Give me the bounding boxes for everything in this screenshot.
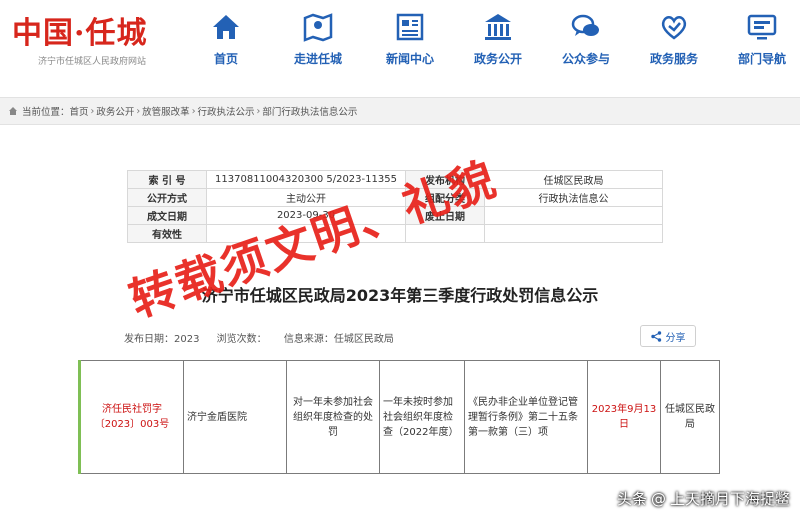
nav-item-services[interactable]: 政务服务 (630, 10, 718, 67)
enforcement-authority: 任城区民政局 (660, 360, 720, 474)
chat-icon (571, 14, 599, 36)
home-icon (213, 15, 239, 39)
publish-time: 发布日期：2023 (124, 334, 200, 345)
abolish-label: 废止日期 (405, 206, 485, 225)
method-value: 主动公开 (206, 188, 406, 207)
breadcrumb-separator: › (256, 105, 261, 117)
index-label: 索 引 号 (127, 170, 207, 189)
breadcrumb-item[interactable]: 放管服改革 (142, 104, 190, 118)
main-nav: 首页 走进任城 新闻中心 政务公开 公众参与 政务服务 部门导航 (182, 10, 800, 67)
nav-label: 走进任城 (293, 52, 342, 66)
breadcrumb-separator: › (136, 105, 141, 117)
validity-label: 有效性 (127, 224, 207, 243)
nav-item-about[interactable]: 走进任城 (270, 10, 366, 67)
publisher-value: 任城区民政局 (484, 170, 663, 189)
breadcrumb: 当前位置： 首页 › 政务公开 › 放管服改革 › 行政执法公示 › 部门行政执法信息公… (8, 104, 357, 118)
violation-facts: 一年未按时参加社会组织年度检查（2022年度） (379, 360, 465, 474)
logo-text: 中国·任城 (12, 16, 148, 51)
attribution-footer: 头条 @ 上天摘月下海捉鳖 (617, 488, 790, 509)
document-meta: 发布日期：2023 浏览次数： 信息来源：任城区民政局 (124, 330, 408, 345)
decision-date: 2023年9月13日 (587, 360, 661, 474)
party-name: 济宁金盾医院 (183, 360, 287, 474)
info-source: 信息来源：任城区民政局 (283, 334, 394, 345)
nav-label: 政务服务 (649, 52, 698, 66)
breadcrumb-item[interactable]: 政务公开 (96, 104, 134, 118)
validity-value (206, 224, 406, 243)
index-value: 11370811004320300 5/2023-11355 (206, 170, 406, 189)
breadcrumb-bar: 当前位置： 首页 › 政务公开 › 放管服改革 › 行政执法公示 › 部门行政执法信息公… (0, 97, 800, 125)
category-value: 行政执法信息公 (484, 188, 663, 207)
category-label: 组配分类 (405, 188, 485, 207)
breadcrumb-prefix: 当前位置： (22, 107, 70, 118)
empty-cell (484, 224, 663, 243)
nav-item-participation[interactable]: 公众参与 (542, 10, 630, 67)
nav-label: 公众参与 (561, 52, 610, 66)
penalty-table: 济任民社罚字〔2023〕003号 济宁金盾医院 对一年未参加社会组织年度检查的处… (78, 360, 720, 474)
nav-item-home[interactable]: 首页 (182, 10, 270, 67)
table-row: 成文日期 2023-09-30 废止日期 (127, 206, 663, 225)
publisher-label: 发布机构 (405, 170, 485, 189)
monitor-icon (747, 14, 777, 40)
at-sign: @ (650, 489, 666, 508)
nav-label: 首页 (213, 52, 238, 66)
table-row: 索 引 号 11370811004320300 5/2023-11355 发布机… (127, 170, 663, 189)
nav-item-news[interactable]: 新闻中心 (366, 10, 454, 67)
table-row: 公开方式 主动公开 组配分类 行政执法信息公 (127, 188, 663, 207)
date-value: 2023-09-30 (206, 206, 406, 225)
breadcrumb-item[interactable]: 首页 (70, 104, 89, 118)
site-header: 中国·任城 济宁市任城区人民政府网站 首页 走进任城 新闻中心 政务公开 公众参… (0, 0, 800, 88)
building-icon (485, 14, 511, 40)
decision-number: 济任民社罚字〔2023〕003号 (78, 360, 184, 474)
nav-item-open-gov[interactable]: 政务公开 (454, 10, 542, 67)
empty-cell (405, 224, 485, 243)
nav-label: 新闻中心 (385, 52, 434, 66)
site-logo[interactable]: 中国·任城 济宁市任城区人民政府网站 (12, 16, 148, 68)
home-icon (9, 107, 17, 115)
abolish-value (484, 206, 663, 225)
method-label: 公开方式 (127, 188, 207, 207)
nav-label: 部门导航 (737, 52, 786, 66)
newspaper-icon (396, 13, 424, 41)
breadcrumb-separator: › (191, 105, 196, 117)
date-label: 成文日期 (127, 206, 207, 225)
breadcrumb-item[interactable]: 行政执法公示 (198, 104, 255, 118)
share-label: 分享 (665, 332, 686, 344)
share-button[interactable]: 分享 (640, 325, 696, 347)
document-info-table: 索 引 号 11370811004320300 5/2023-11355 发布机… (127, 170, 663, 243)
view-count: 浏览次数： (216, 334, 267, 345)
logo-subtitle: 济宁市任城区人民政府网站 (38, 57, 147, 67)
heart-hand-icon (661, 16, 687, 40)
table-row: 有效性 (127, 224, 663, 243)
map-pin-icon (303, 13, 333, 42)
table-row: 济任民社罚字〔2023〕003号 济宁金盾医院 对一年未参加社会组织年度检查的处… (78, 360, 720, 474)
nav-item-departments[interactable]: 部门导航 (718, 10, 800, 67)
legal-basis: 《民办非企业单位登记管理暂行条例》第二十五条第一款第（三）项 (464, 360, 588, 474)
share-icon (650, 330, 661, 342)
page-title: 济宁市任城区民政局2023年第三季度行政处罚信息公示 (201, 286, 599, 305)
author-handle: 上天摘月下海捉鳖 (669, 490, 790, 508)
platform-name: 头条 (616, 490, 647, 508)
breadcrumb-item[interactable]: 部门行政执法信息公示 (262, 104, 357, 118)
nav-label: 政务公开 (473, 52, 522, 66)
breadcrumb-separator: › (90, 105, 95, 117)
penalty-reason: 对一年未参加社会组织年度检查的处罚 (286, 360, 380, 474)
